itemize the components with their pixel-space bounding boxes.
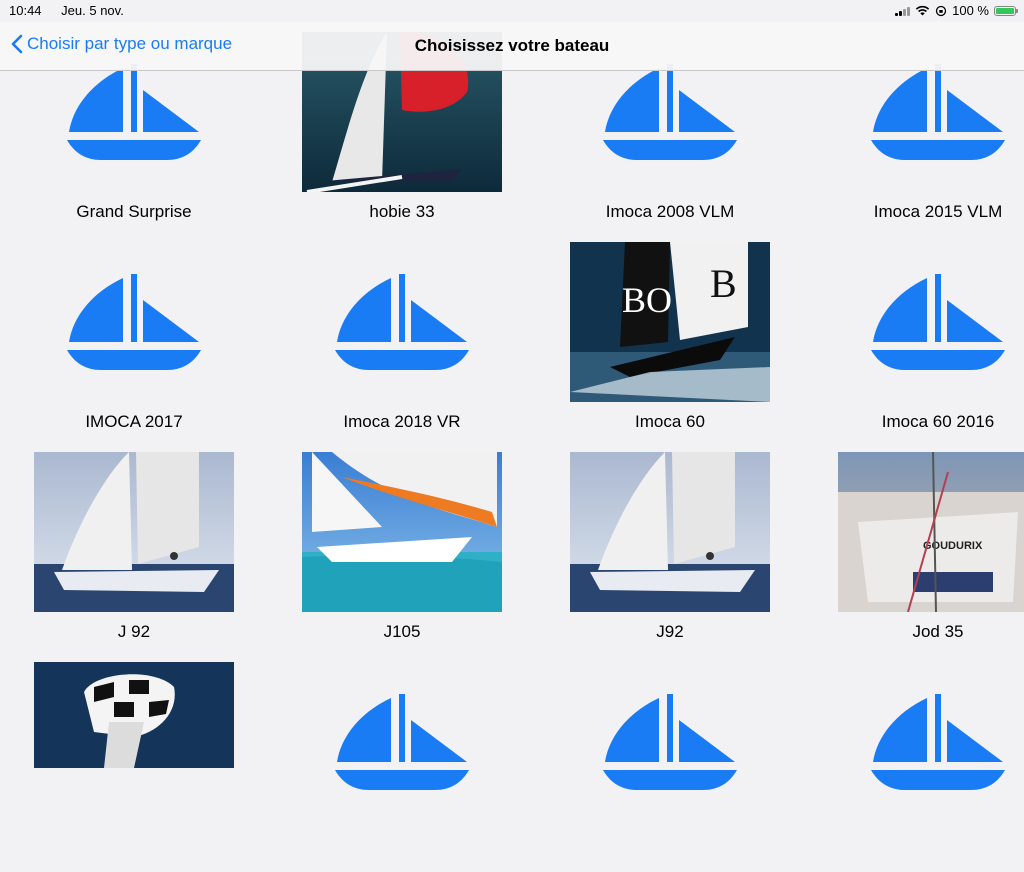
boat-cell[interactable]: J 92 xyxy=(0,452,268,662)
photo-j92-sailing xyxy=(570,452,770,612)
boat-name: Imoca 2008 VLM xyxy=(605,202,735,221)
battery-percentage: 100 % xyxy=(952,3,989,18)
boat-name: Imoca 60 2016 xyxy=(881,412,995,431)
wifi-icon xyxy=(915,5,930,16)
boat-thumbnail xyxy=(570,662,770,822)
boat-thumbnail xyxy=(838,242,1024,402)
boat-thumbnail xyxy=(302,452,502,612)
boat-name: Grand Surprise xyxy=(76,202,192,221)
photo-boss-imoca: BO B xyxy=(570,242,770,402)
status-right: 100 % xyxy=(895,3,1018,18)
boat-thumbnail xyxy=(34,242,234,402)
sailboat-icon xyxy=(871,274,1005,370)
photo-checkered-spinnaker xyxy=(34,662,234,768)
photo-goudurix-moored: GOUDURIX xyxy=(838,452,1024,612)
sailboat-icon xyxy=(335,274,469,370)
boat-name: hobie 33 xyxy=(369,202,435,221)
navigation-bar: Choisir par type ou marque Choisissez vo… xyxy=(0,22,1024,71)
boat-cell[interactable]: IMOCA 2017 xyxy=(0,242,268,452)
boat-thumbnail xyxy=(570,452,770,612)
status-bar: 10:44 Jeu. 5 nov. 100 % xyxy=(0,0,1024,22)
boat-name: Jod 35 xyxy=(912,622,964,641)
boat-thumbnail xyxy=(34,452,234,612)
battery-level-fill xyxy=(996,7,1014,14)
boat-name: Imoca 60 xyxy=(635,412,705,431)
boat-thumbnail: GOUDURIX xyxy=(838,452,1024,612)
boat-cell[interactable] xyxy=(804,662,1024,872)
sailboat-icon xyxy=(871,64,1005,160)
sailboat-icon xyxy=(603,64,737,160)
boat-grid: Grand Surprise hobie 33 Imoca 2008 VLM Imoc… xyxy=(0,0,1024,790)
boat-cell[interactable] xyxy=(0,662,268,872)
boat-cell[interactable]: Imoca 2018 VR xyxy=(268,242,536,452)
boat-name: Imoca 2015 VLM xyxy=(873,202,1003,221)
boat-name: J92 xyxy=(656,622,684,641)
boat-thumbnail: BO B xyxy=(570,242,770,402)
boat-cell[interactable] xyxy=(268,662,536,872)
photo-j105-orange-sail xyxy=(302,452,502,612)
sailboat-icon xyxy=(335,694,469,790)
battery-icon xyxy=(994,5,1018,16)
boat-thumbnail xyxy=(302,662,502,822)
sailboat-icon xyxy=(67,274,201,370)
boat-cell[interactable]: J92 xyxy=(536,452,804,662)
boat-cell[interactable]: J105 xyxy=(268,452,536,662)
boat-name: IMOCA 2017 xyxy=(85,412,183,431)
boat-name: J 92 xyxy=(117,622,151,641)
page-title: Choisissez votre bateau xyxy=(414,36,610,55)
boat-cell[interactable] xyxy=(536,662,804,872)
boat-name: J105 xyxy=(383,622,421,641)
cellular-signal-icon xyxy=(895,6,911,16)
boat-cell[interactable]: GOUDURIX Jod 35 xyxy=(804,452,1024,662)
boat-cell[interactable]: Imoca 60 2016 xyxy=(804,242,1024,452)
boat-thumbnail xyxy=(302,242,502,402)
orientation-lock-icon xyxy=(935,5,947,16)
boat-thumbnail xyxy=(838,662,1024,822)
sailboat-icon xyxy=(67,64,201,160)
sailboat-icon xyxy=(871,694,1005,790)
svg-text:BO: BO xyxy=(622,280,672,320)
status-time: 10:44 xyxy=(9,3,42,18)
boat-thumbnail xyxy=(34,662,234,822)
svg-text:B: B xyxy=(710,261,737,306)
photo-j92-sailing xyxy=(34,452,234,612)
boat-cell[interactable]: BO B Imoca 60 xyxy=(536,242,804,452)
svg-text:GOUDURIX: GOUDURIX xyxy=(923,540,983,552)
status-date: Jeu. 5 nov. xyxy=(61,3,124,18)
status-left: 10:44 Jeu. 5 nov. xyxy=(9,3,124,18)
boat-name: Imoca 2018 VR xyxy=(343,412,461,431)
sailboat-icon xyxy=(603,694,737,790)
